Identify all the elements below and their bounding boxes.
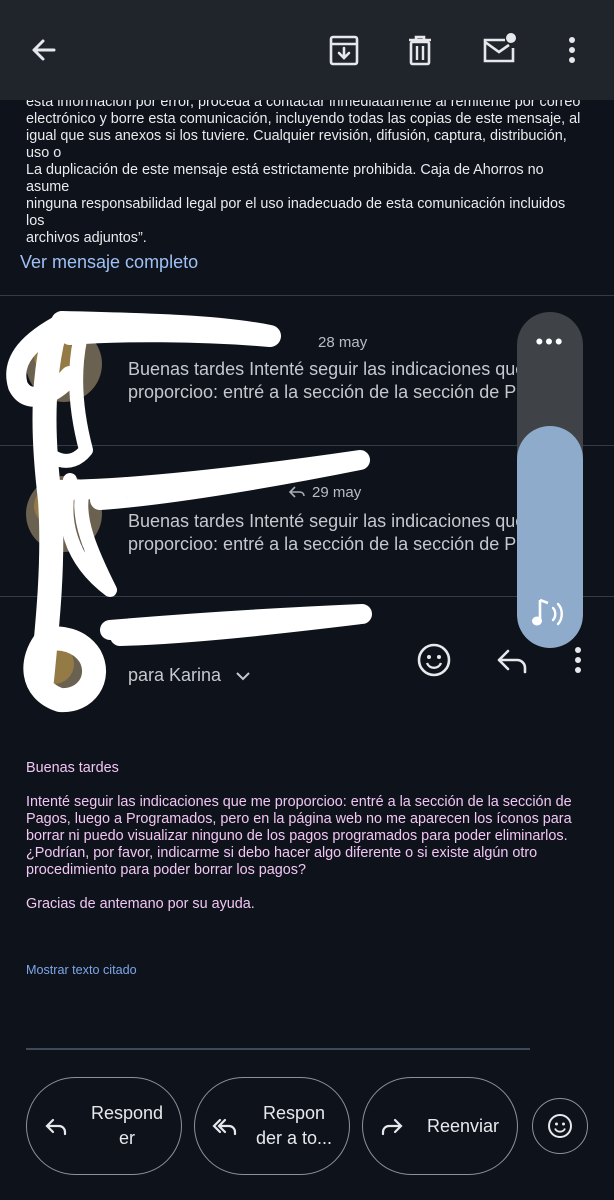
reply-all-label-line: Respon	[262, 1103, 326, 1123]
reply-icon	[43, 1114, 69, 1140]
chevron-down-icon[interactable]	[234, 666, 252, 687]
avatar	[26, 476, 102, 552]
reply-all-label-line: der a to...	[255, 1128, 333, 1148]
body-greeting: Buenas tardes	[26, 760, 119, 776]
message-date: 29 may	[312, 484, 362, 501]
music-note-icon	[530, 596, 570, 630]
reply-all-icon	[211, 1114, 237, 1140]
message-snippet: Buenas tardes Intenté seguir las indicac…	[128, 358, 518, 404]
show-quoted-text-link[interactable]: Mostrar texto citado	[26, 963, 137, 977]
snippet-line: proporcioo: entré a la sección de la sec…	[128, 534, 518, 554]
disclaimer-line: archivos adjuntos”.	[26, 230, 147, 246]
disclaimer-text: esta información por error, proceda a co…	[26, 88, 586, 247]
reply-label: Respond er	[81, 1101, 173, 1151]
disclaimer-line: ninguna responsabilidad legal por el uso…	[26, 196, 566, 229]
archive-icon[interactable]	[324, 30, 364, 70]
snippet-line: Buenas tardes Intenté seguir las indicac…	[128, 511, 518, 531]
more-vert-icon[interactable]	[552, 30, 592, 70]
forward-label: Reenviar	[426, 1116, 500, 1136]
avatar	[26, 326, 102, 402]
add-reaction-icon[interactable]	[414, 640, 454, 680]
disclaimer-line: La duplicación de este mensaje está estr…	[26, 162, 544, 195]
top-toolbar	[0, 0, 614, 100]
reply-label-line: er	[118, 1128, 135, 1148]
disclaimer-line: igual que sus anexos si los tuviere. Cua…	[26, 128, 567, 161]
recipient-text: para Karina	[128, 665, 222, 685]
reply-all-button[interactable]: Respon der a to...	[194, 1077, 350, 1175]
body-paragraph: Intenté seguir las indicaciones que me p…	[26, 794, 572, 878]
content-divider	[26, 1048, 530, 1050]
forward-icon	[379, 1114, 405, 1140]
recipient-label[interactable]: para Karina	[128, 665, 252, 687]
volume-settings-icon[interactable]: •••	[517, 331, 583, 353]
avatar	[26, 634, 102, 710]
volume-slider[interactable]: •••	[517, 312, 583, 648]
mark-unread-icon[interactable]	[479, 30, 519, 70]
reply-indicator-icon	[287, 484, 307, 500]
emoji-reaction-button[interactable]	[532, 1098, 588, 1154]
message-date: 28 may	[318, 334, 368, 351]
back-arrow-icon[interactable]	[24, 30, 64, 70]
message-snippet: Buenas tardes Intenté seguir las indicac…	[128, 510, 518, 556]
delete-icon[interactable]	[400, 30, 440, 70]
disclaimer-line: electrónico y borre esta comunicación, i…	[26, 111, 581, 127]
forward-button[interactable]: Reenviar	[362, 1077, 518, 1175]
snippet-line: proporcioo: entré a la sección de la sec…	[128, 382, 518, 402]
message-body: Buenas tardes Intenté seguir las indicac…	[26, 760, 586, 930]
body-thanks: Gracias de antemano por su ayuda.	[26, 896, 255, 912]
view-full-message-link[interactable]: Ver mensaje completo	[20, 252, 198, 273]
emoji-icon	[547, 1113, 573, 1139]
reply-icon[interactable]	[492, 640, 532, 680]
reply-label-line: Respond	[90, 1103, 164, 1123]
snippet-line: Buenas tardes Intenté seguir las indicac…	[128, 359, 518, 379]
reply-all-label: Respon der a to...	[247, 1101, 341, 1151]
message-more-icon[interactable]	[558, 640, 598, 680]
reply-button[interactable]: Respond er	[26, 1077, 182, 1175]
